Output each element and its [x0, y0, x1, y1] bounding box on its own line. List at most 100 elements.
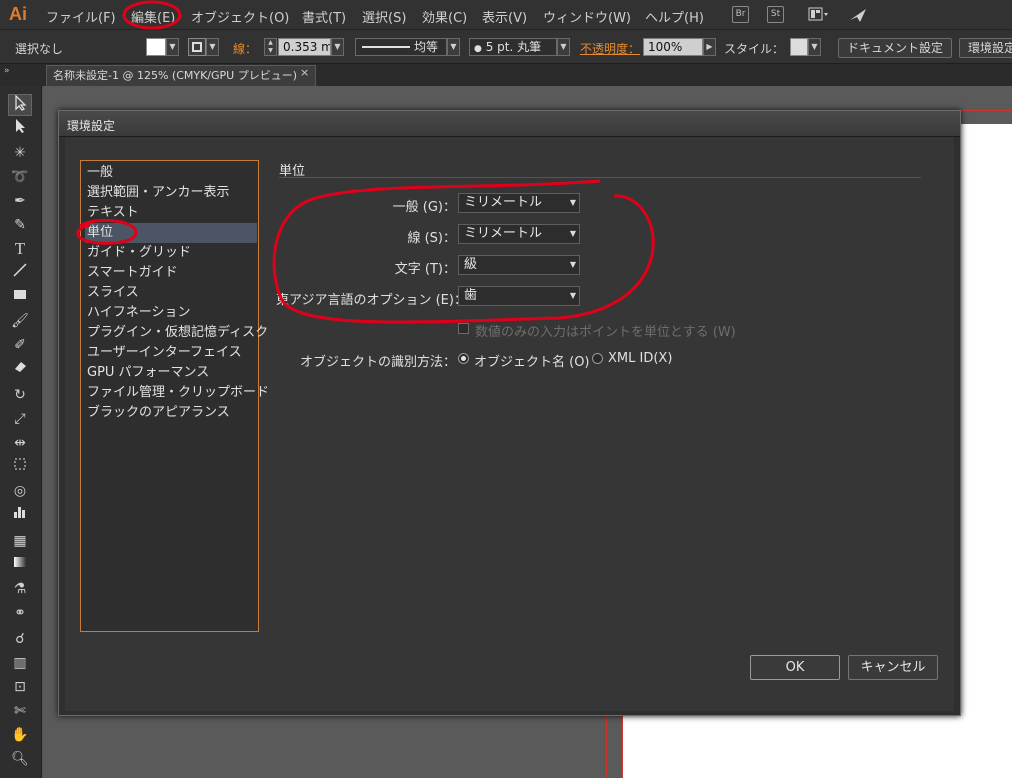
control-bar: 選択なし ▼ ▼ 線： ▲▼ 0.353 mm ▼ 均等 ▼ ● 5 pt. 丸…	[0, 30, 1012, 64]
category-black-appearance[interactable]: ブラックのアピアランス	[85, 403, 257, 423]
category-type[interactable]: テキスト	[85, 203, 257, 223]
send-icon[interactable]	[848, 6, 868, 24]
shape-builder-tool-icon[interactable]: ◎	[8, 480, 32, 502]
category-general[interactable]: 一般	[85, 163, 257, 183]
cancel-button[interactable]: キャンセル	[848, 655, 938, 680]
stroke-units-select[interactable]: ミリメートル ▼	[458, 224, 580, 244]
east-asian-units-select[interactable]: 歯 ▼	[458, 286, 580, 306]
stroke-profile-dropdown[interactable]: ▼	[447, 38, 460, 56]
free-transform-tool-icon[interactable]	[8, 456, 32, 478]
category-list: 一般 選択範囲・アンカー表示 テキスト 単位 ガイド・グリッド スマートガイド …	[80, 160, 269, 632]
category-user-interface[interactable]: ユーザーインターフェイス	[85, 343, 257, 363]
type-units-select[interactable]: 級 ▼	[458, 255, 580, 275]
dialog-title-bar[interactable]: 環境設定	[59, 111, 960, 137]
bridge-button[interactable]: Br	[732, 6, 749, 23]
chevron-down-icon: ▼	[569, 291, 576, 300]
brush-dot-icon: ●	[474, 44, 482, 54]
menu-view[interactable]: 表示(V)	[482, 7, 527, 26]
magic-wand-tool-icon[interactable]: ✳	[8, 142, 32, 164]
brush-select[interactable]: ● 5 pt. 丸筆	[469, 38, 557, 56]
category-plugins-scratch[interactable]: プラグイン・仮想記憶ディスク	[85, 323, 268, 343]
width-tool-icon[interactable]: ⇹	[8, 432, 32, 454]
pen-tool-icon[interactable]: ✒	[8, 190, 32, 212]
line-tool-icon[interactable]	[8, 262, 32, 284]
preferences-button[interactable]: 環境設定	[959, 38, 1012, 58]
menu-window[interactable]: ウィンドウ(W)	[543, 7, 631, 26]
menu-object[interactable]: オブジェクト(O)	[191, 7, 289, 26]
menu-file[interactable]: ファイル(F)	[46, 7, 116, 26]
category-gpu-performance[interactable]: GPU パフォーマンス	[85, 363, 257, 383]
stroke-dropdown-arrow[interactable]: ▼	[206, 38, 219, 56]
curvature-tool-icon[interactable]: ✎	[8, 214, 32, 236]
style-swatch[interactable]	[790, 38, 808, 56]
blend-tool-icon[interactable]: ⚭	[8, 602, 32, 624]
xml-id-label[interactable]: XML ID(X)	[608, 351, 672, 366]
rotate-tool-icon[interactable]: ↻	[8, 384, 32, 406]
gradient-tool-icon[interactable]	[8, 554, 32, 576]
workspace-switcher-icon[interactable]	[808, 7, 830, 22]
type-units-label: 文字 (T)：	[394, 262, 456, 277]
menu-effect[interactable]: 効果(C)	[422, 7, 467, 26]
numbers-only-points-checkbox[interactable]	[458, 323, 469, 334]
stroke-units-label: 線 (S)：	[407, 231, 456, 246]
graph-tool-icon[interactable]	[8, 504, 32, 526]
blob-brush-tool-icon[interactable]: ✐	[8, 334, 32, 356]
menu-select[interactable]: 選択(S)	[362, 7, 406, 26]
lasso-tool-icon[interactable]: ➰	[8, 166, 32, 188]
object-name-label[interactable]: オブジェクト名 (O)	[474, 351, 590, 370]
stroke-weight-field[interactable]: 0.353 mm	[278, 38, 331, 56]
general-units-value: ミリメートル	[464, 195, 543, 210]
category-hyphenation[interactable]: ハイフネーション	[85, 303, 257, 323]
category-selection-anchor[interactable]: 選択範囲・アンカー表示	[85, 183, 257, 203]
radio-object-name[interactable]	[458, 353, 469, 364]
opacity-label[interactable]: 不透明度：	[580, 40, 640, 57]
style-dropdown[interactable]: ▼	[808, 38, 821, 56]
hand-tool-icon[interactable]: ✋	[8, 724, 32, 746]
stroke-label[interactable]: 線：	[233, 40, 257, 57]
stroke-weight-stepper[interactable]: ▲ ▼	[264, 38, 277, 56]
direct-selection-tool-icon[interactable]	[8, 118, 32, 140]
type-tool-icon[interactable]: T	[8, 238, 32, 260]
eyedropper-tool-icon[interactable]: ⚗	[8, 578, 32, 600]
category-guides-grid[interactable]: ガイド・グリッド	[85, 243, 257, 263]
category-slices[interactable]: スライス	[85, 283, 257, 303]
fill-swatch[interactable]	[146, 38, 166, 56]
column-graph-tool-icon[interactable]: ▥	[8, 652, 32, 674]
document-setup-button[interactable]: ドキュメント設定	[838, 38, 953, 58]
ok-button[interactable]: OK	[750, 655, 840, 680]
eraser-tool-icon[interactable]	[8, 358, 32, 380]
menu-type[interactable]: 書式(T)	[302, 7, 346, 26]
stroke-weight-dropdown[interactable]: ▼	[331, 38, 344, 56]
stroke-swatch-icon[interactable]	[188, 38, 206, 56]
stroke-units-value: ミリメートル	[464, 226, 543, 241]
general-units-label: 一般 (G)：	[392, 200, 456, 215]
zoom-tool-icon[interactable]: 🔍︎	[8, 748, 32, 770]
symbol-sprayer-tool-icon[interactable]: ☌	[8, 628, 32, 650]
category-units[interactable]: 単位	[85, 223, 257, 243]
east-asian-units-value: 歯	[464, 288, 478, 303]
scale-tool-icon[interactable]: ⤢	[8, 408, 32, 430]
general-units-select[interactable]: ミリメートル ▼	[458, 193, 580, 213]
rectangle-tool-icon[interactable]	[8, 286, 32, 308]
brush-label: 5 pt. 丸筆	[485, 40, 542, 54]
opacity-arrow[interactable]: ▶	[703, 38, 716, 56]
stock-button[interactable]: St	[767, 6, 784, 23]
category-smart-guides[interactable]: スマートガイド	[85, 263, 257, 283]
radio-xml-id[interactable]	[592, 353, 603, 364]
artboard-tool-icon[interactable]: ⊡	[8, 676, 32, 698]
category-file-handling[interactable]: ファイル管理・クリップボード	[85, 383, 269, 403]
stroke-profile-select[interactable]: 均等	[355, 38, 447, 56]
close-tab-icon[interactable]: ×	[300, 66, 309, 79]
menu-help[interactable]: ヘルプ(H)	[645, 7, 704, 26]
fill-dropdown-arrow[interactable]: ▼	[166, 38, 179, 56]
panel-collapse-icon[interactable]: »	[4, 66, 10, 76]
slice-tool-icon[interactable]: ✄	[8, 700, 32, 722]
brush-dropdown[interactable]: ▼	[557, 38, 570, 56]
annotation-circle-edit	[122, 0, 182, 30]
mesh-tool-icon[interactable]: ▦	[8, 530, 32, 552]
selection-tool-icon[interactable]	[8, 94, 32, 116]
document-tab[interactable]: 名称未設定-1 @ 125% (CMYK/GPU プレビュー)	[46, 65, 316, 86]
chevron-down-icon: ▼	[569, 198, 576, 207]
opacity-field[interactable]: 100%	[643, 38, 703, 56]
paintbrush-tool-icon[interactable]: 🖌	[8, 310, 32, 332]
